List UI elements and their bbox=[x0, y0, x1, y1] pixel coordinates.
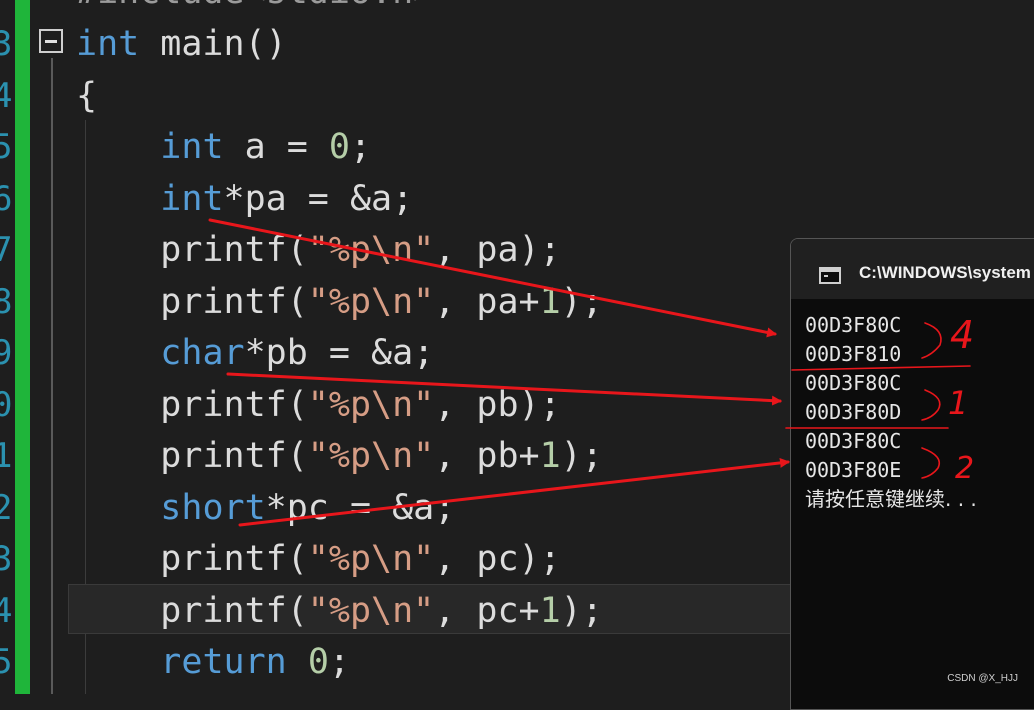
line-number: 1 bbox=[0, 436, 13, 476]
code-line-partial[interactable]: #include<stdio.h> bbox=[76, 0, 434, 18]
code-token: *pa = &a; bbox=[223, 178, 414, 219]
code-token: ); bbox=[560, 436, 603, 476]
code-line[interactable]: return 0; bbox=[76, 636, 350, 688]
code-token: printf( bbox=[76, 281, 308, 322]
console-prompt: 请按任意键继续. . . bbox=[805, 487, 977, 511]
code-token: ; bbox=[328, 642, 350, 682]
collapse-icon[interactable] bbox=[39, 29, 63, 53]
console-output-line: 00D3F810 bbox=[805, 342, 902, 366]
code-token: 0 bbox=[328, 127, 350, 167]
code-token: ); bbox=[560, 590, 603, 631]
code-token: printf( bbox=[76, 539, 308, 579]
code-token: , pb); bbox=[434, 384, 561, 425]
code-token: "%p\n" bbox=[307, 230, 435, 270]
code-token: , pa); bbox=[434, 230, 561, 270]
code-token: printf( bbox=[76, 436, 308, 476]
code-token: 1 bbox=[539, 281, 561, 322]
code-token: printf( bbox=[76, 230, 308, 270]
console-output: 00D3F80C 00D3F810 00D3F80C 00D3F80D 00D3F80C… bbox=[805, 311, 977, 514]
code-token: return bbox=[160, 642, 287, 682]
code-line[interactable]: printf("%p\n", pa); bbox=[76, 224, 561, 276]
code-token: int bbox=[76, 24, 140, 64]
line-number: 2 bbox=[0, 487, 13, 528]
code-line[interactable]: printf("%p\n", pc+1); bbox=[76, 585, 603, 637]
line-number: 4 bbox=[0, 75, 13, 116]
code-token: , pa+ bbox=[434, 281, 540, 322]
terminal-icon bbox=[819, 267, 841, 284]
code-token: { bbox=[76, 75, 98, 116]
code-token: , pb+ bbox=[434, 436, 540, 476]
code-line[interactable]: printf("%p\n", pb+1); bbox=[76, 430, 603, 482]
code-token: main() bbox=[139, 24, 287, 64]
code-token: , pc); bbox=[434, 539, 561, 579]
console-window[interactable]: C:\WINDOWS\system 00D3F80C 00D3F810 00D3F8… bbox=[790, 238, 1034, 710]
line-number: 8 bbox=[0, 281, 13, 322]
code-token: a = bbox=[223, 127, 329, 167]
watermark: CSDN @X_HJJ bbox=[947, 673, 1018, 684]
console-output-line: 00D3F80D bbox=[805, 400, 902, 424]
code-line[interactable]: printf("%p\n", pa+1); bbox=[76, 276, 603, 328]
line-number: 9 bbox=[0, 333, 13, 373]
line-number: 0 bbox=[0, 384, 13, 425]
code-token: , pc+ bbox=[434, 590, 540, 631]
code-token: *pc = &a; bbox=[265, 487, 456, 528]
code-token: "%p\n" bbox=[307, 539, 435, 579]
line-number: 5 bbox=[0, 642, 13, 682]
code-line[interactable]: short*pc = &a; bbox=[76, 482, 455, 534]
line-number: 3 bbox=[0, 24, 13, 64]
code-token: int bbox=[160, 178, 224, 219]
code-line[interactable]: char*pb = &a; bbox=[76, 327, 434, 379]
code-line[interactable]: int*pa = &a; bbox=[76, 173, 413, 225]
line-number: 6 bbox=[0, 178, 13, 219]
code-token: *pb = &a; bbox=[244, 333, 435, 373]
code-line[interactable]: printf("%p\n", pb); bbox=[76, 379, 561, 431]
console-title: C:\WINDOWS\system bbox=[859, 263, 1031, 282]
code-line[interactable]: printf("%p\n", pc); bbox=[76, 533, 561, 585]
line-number: 3 bbox=[0, 539, 13, 579]
code-token: short bbox=[160, 487, 266, 528]
code-token: "%p\n" bbox=[307, 590, 435, 631]
code-token: "%p\n" bbox=[307, 436, 435, 476]
console-output-line: 00D3F80C bbox=[805, 429, 902, 453]
console-output-line: 00D3F80C bbox=[805, 313, 902, 337]
code-token: "%p\n" bbox=[307, 281, 435, 322]
code-line[interactable]: int a = 0; bbox=[76, 121, 371, 173]
line-number: 4 bbox=[0, 590, 13, 631]
code-line[interactable]: int main() bbox=[76, 18, 287, 70]
code-token: 1 bbox=[539, 590, 561, 631]
change-tracking-bar bbox=[15, 0, 30, 694]
code-token: 0 bbox=[307, 642, 329, 682]
code-token: int bbox=[160, 127, 224, 167]
line-number: 7 bbox=[0, 230, 13, 270]
code-token: ); bbox=[560, 281, 603, 322]
console-output-line: 00D3F80E bbox=[805, 458, 902, 482]
console-title-bar[interactable]: C:\WINDOWS\system bbox=[791, 239, 1034, 299]
line-number: 5 bbox=[0, 127, 13, 167]
code-token: ; bbox=[349, 127, 372, 167]
code-token: printf( bbox=[76, 590, 308, 631]
code-token: char bbox=[160, 333, 245, 373]
fold-guide-line bbox=[51, 58, 53, 694]
code-token: "%p\n" bbox=[307, 384, 435, 425]
code-token: printf( bbox=[76, 384, 308, 425]
code-token: 1 bbox=[539, 436, 561, 476]
console-output-line: 00D3F80C bbox=[805, 371, 902, 395]
code-line[interactable]: { bbox=[76, 70, 97, 122]
